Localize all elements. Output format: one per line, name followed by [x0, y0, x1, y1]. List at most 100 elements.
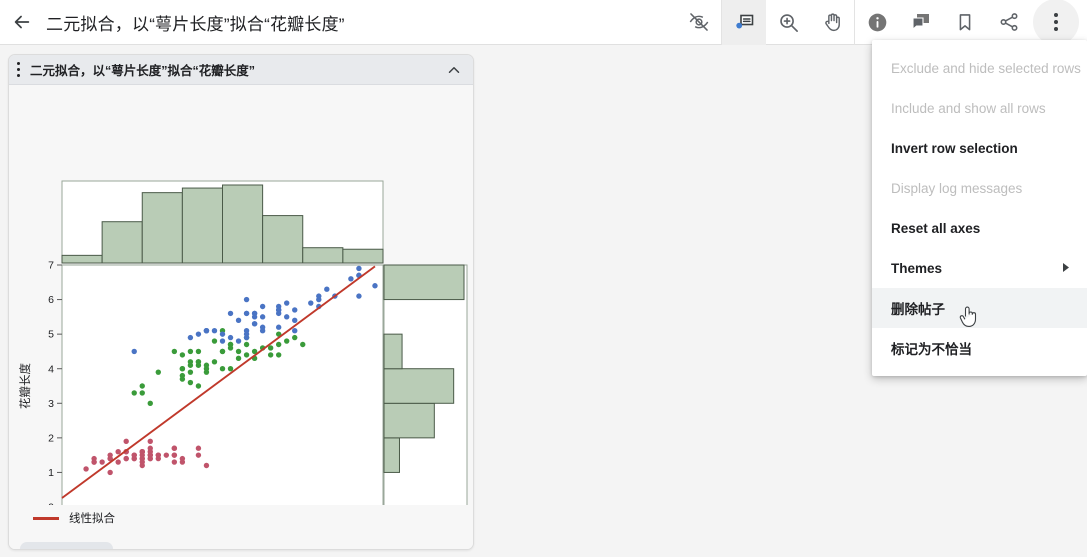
data-point[interactable]: [308, 300, 314, 306]
data-point[interactable]: [292, 307, 298, 313]
data-point[interactable]: [115, 448, 121, 455]
pan-tool-icon[interactable]: [810, 0, 854, 45]
right-histogram-bar[interactable]: [383, 437, 400, 473]
data-point[interactable]: [259, 303, 266, 310]
data-point[interactable]: [171, 348, 178, 355]
data-point[interactable]: [284, 338, 290, 344]
data-point[interactable]: [211, 359, 218, 365]
data-point[interactable]: [99, 459, 105, 465]
data-point[interactable]: [179, 459, 186, 465]
data-point[interactable]: [316, 296, 322, 303]
data-point[interactable]: [219, 366, 226, 372]
data-point[interactable]: [123, 455, 129, 462]
card-menu-icon[interactable]: [17, 62, 20, 77]
info-icon[interactable]: [855, 0, 899, 45]
more-icon[interactable]: [1033, 0, 1079, 45]
data-point[interactable]: [292, 327, 298, 334]
data-point[interactable]: [171, 445, 178, 451]
plot-canvas[interactable]: 4567801234567萼片长度花瓣长度: [9, 85, 474, 505]
data-point[interactable]: [195, 362, 202, 368]
data-point[interactable]: [227, 334, 234, 341]
data-point[interactable]: [356, 293, 362, 299]
data-point[interactable]: [372, 283, 378, 289]
data-point[interactable]: [243, 331, 250, 337]
data-point[interactable]: [163, 452, 170, 458]
data-point[interactable]: [219, 338, 226, 344]
data-point[interactable]: [243, 310, 250, 317]
data-point[interactable]: [267, 352, 274, 358]
top-histogram-bar[interactable]: [342, 248, 384, 264]
data-point[interactable]: [187, 359, 194, 365]
data-point[interactable]: [275, 324, 282, 330]
data-point[interactable]: [131, 455, 137, 462]
data-point[interactable]: [195, 383, 202, 389]
data-point[interactable]: [227, 366, 234, 372]
data-point[interactable]: [147, 400, 153, 406]
top-histogram-bar[interactable]: [262, 215, 304, 264]
data-point[interactable]: [356, 265, 362, 272]
data-point[interactable]: [235, 348, 242, 355]
data-point[interactable]: [131, 348, 137, 355]
data-point[interactable]: [171, 459, 178, 465]
data-point[interactable]: [203, 327, 210, 334]
data-point[interactable]: [235, 317, 242, 324]
data-point[interactable]: [195, 452, 202, 458]
scatter-plot[interactable]: 4567801234567萼片长度花瓣长度: [9, 85, 474, 505]
data-point[interactable]: [83, 466, 89, 472]
data-point[interactable]: [275, 352, 282, 358]
data-point[interactable]: [195, 348, 202, 355]
data-point[interactable]: [203, 366, 210, 372]
data-point[interactable]: [179, 366, 186, 372]
data-point[interactable]: [139, 390, 145, 396]
data-point[interactable]: [203, 462, 210, 469]
right-histogram-bar[interactable]: [383, 264, 465, 301]
data-point[interactable]: [219, 331, 226, 337]
context-menu[interactable]: Exclude and hide selected rows Include an…: [872, 40, 1087, 376]
data-point[interactable]: [227, 310, 234, 317]
fit-type-select[interactable]: 线性拟合: [20, 542, 114, 549]
data-point[interactable]: [219, 348, 226, 355]
menu-item-6[interactable]: 删除帖子: [872, 288, 1087, 328]
data-point[interactable]: [195, 445, 202, 451]
data-point[interactable]: [139, 383, 145, 389]
data-point[interactable]: [275, 307, 282, 313]
data-point[interactable]: [211, 327, 218, 334]
data-point[interactable]: [139, 455, 145, 462]
data-point[interactable]: [275, 341, 282, 348]
data-point[interactable]: [284, 300, 290, 306]
data-point[interactable]: [292, 317, 298, 324]
chevron-up-icon[interactable]: [445, 61, 463, 79]
zoom-tool-icon[interactable]: [766, 0, 810, 45]
data-point[interactable]: [292, 334, 298, 341]
share-icon[interactable]: [987, 0, 1031, 45]
data-point[interactable]: [179, 352, 186, 358]
data-point[interactable]: [131, 390, 137, 396]
menu-item-2[interactable]: Invert row selection: [872, 128, 1087, 168]
bookmark-icon[interactable]: [943, 0, 987, 45]
right-histogram-bar[interactable]: [383, 333, 403, 370]
data-point[interactable]: [123, 438, 129, 445]
menu-item-4[interactable]: Reset all axes: [872, 208, 1087, 248]
data-point[interactable]: [243, 341, 250, 348]
data-point[interactable]: [147, 448, 153, 455]
right-histogram-bar[interactable]: [383, 402, 435, 439]
data-point[interactable]: [139, 448, 145, 455]
right-histogram-bar[interactable]: [383, 368, 455, 404]
data-point[interactable]: [300, 341, 306, 348]
hide-icon[interactable]: [677, 0, 721, 45]
data-point[interactable]: [259, 324, 266, 330]
data-point[interactable]: [348, 276, 354, 282]
data-point[interactable]: [235, 338, 242, 344]
tooltip-tool-icon[interactable]: [722, 0, 766, 45]
data-point[interactable]: [107, 469, 113, 476]
data-point[interactable]: [243, 352, 250, 358]
data-point[interactable]: [155, 452, 161, 458]
top-histogram-bar[interactable]: [101, 221, 143, 264]
data-point[interactable]: [91, 459, 97, 465]
menu-item-7[interactable]: 标记为不恰当: [872, 328, 1087, 368]
data-point[interactable]: [259, 314, 266, 320]
data-point[interactable]: [243, 296, 250, 303]
data-point[interactable]: [187, 348, 194, 355]
data-point[interactable]: [324, 286, 330, 292]
data-point[interactable]: [179, 376, 186, 382]
